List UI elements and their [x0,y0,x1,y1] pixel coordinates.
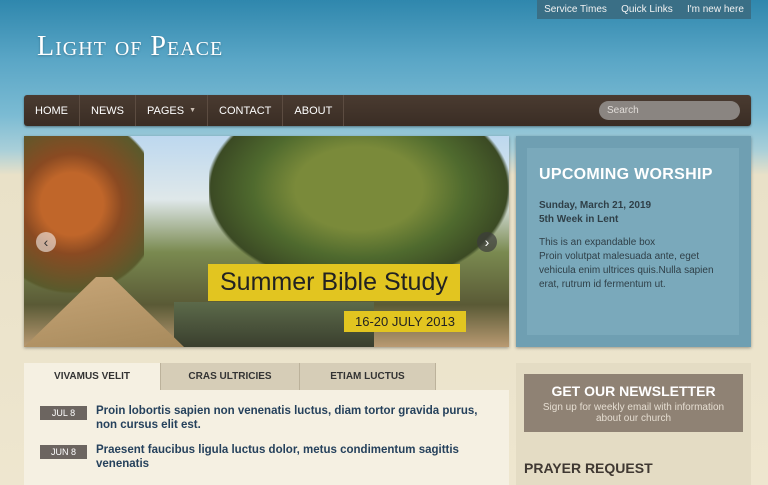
newsletter-subtitle: Sign up for weekly email with informatio… [542,402,725,424]
slide-image-trees-left [24,136,144,306]
nav-pages-label: PAGES [147,104,185,117]
nav-news[interactable]: NEWS [80,95,136,126]
slide-caption-date: 16-20 JULY 2013 [344,311,466,332]
chevron-left-icon[interactable]: ‹ [36,232,56,252]
worship-title: UPCOMING WORSHIP [539,166,713,183]
worship-week: 5th Week in Lent [539,214,619,225]
news-link[interactable]: Praesent faucibus ligula luctus dolor, m… [96,443,493,471]
hero-slider[interactable]: ‹ › Summer Bible Study 16-20 JULY 2013 [24,136,509,347]
tab-cras-ultricies[interactable]: CRAS ULTRICIES [161,363,300,390]
nav-home[interactable]: HOME [24,95,80,126]
news-date-badge: JUL 8 [40,406,87,420]
worship-body-line1: This is an expandable box [539,237,656,248]
main-nav: HOME NEWS PAGES ▼ CONTACT ABOUT [24,95,751,126]
nav-home-label: HOME [35,104,68,117]
nav-contact-label: CONTACT [219,104,272,117]
service-times-link[interactable]: Service Times [544,4,607,15]
upcoming-worship-inner: UPCOMING WORSHIP Sunday, March 21, 2019 … [527,148,739,335]
newsletter-signup-button[interactable]: GET OUR NEWSLETTER Sign up for weekly em… [524,374,743,432]
news-date-badge: JUN 8 [40,445,87,459]
chevron-down-icon: ▼ [189,107,197,114]
news-item: JUN 8 Praesent faucibus ligula luctus do… [40,443,493,471]
news-item: JUL 8 Proin lobortis sapien non venenati… [40,404,493,432]
tab-etiam-luctus[interactable]: ETIAM LUCTUS [300,363,436,390]
quick-links-link[interactable]: Quick Links [621,4,673,15]
tab-panel: JUL 8 Proin lobortis sapien non venenati… [24,390,509,485]
worship-body: This is an expandable box Proin volutpat… [539,236,727,292]
prayer-request-heading: PRAYER REQUEST [524,460,653,476]
nav-about-label: ABOUT [294,104,333,117]
nav-pages[interactable]: PAGES ▼ [136,95,209,126]
worship-body-line2: Proin volutpat malesuada ante, eget vehi… [539,251,714,290]
new-here-link[interactable]: I'm new here [687,4,744,15]
search-input[interactable] [599,101,740,120]
news-link[interactable]: Proin lobortis sapien non venenatis luct… [96,404,493,432]
site-logo[interactable]: Light of Peace [37,31,223,63]
news-tabs: VIVAMUS VELIT CRAS ULTRICIES ETIAM LUCTU… [24,363,509,485]
slide-caption-title: Summer Bible Study [208,264,460,301]
tab-vivamus-velit[interactable]: VIVAMUS VELIT [24,363,161,390]
utility-bar: Service Times Quick Links I'm new here [537,0,751,19]
worship-date: Sunday, March 21, 2019 [539,200,652,211]
upcoming-worship-box: UPCOMING WORSHIP Sunday, March 21, 2019 … [516,136,751,347]
chevron-right-icon[interactable]: › [477,232,497,252]
nav-about[interactable]: ABOUT [283,95,345,126]
nav-news-label: NEWS [91,104,124,117]
nav-contact[interactable]: CONTACT [208,95,284,126]
tab-bar: VIVAMUS VELIT CRAS ULTRICIES ETIAM LUCTU… [24,363,509,390]
sidebar-widgets: GET OUR NEWSLETTER Sign up for weekly em… [516,363,751,485]
newsletter-title: GET OUR NEWSLETTER [551,383,716,399]
